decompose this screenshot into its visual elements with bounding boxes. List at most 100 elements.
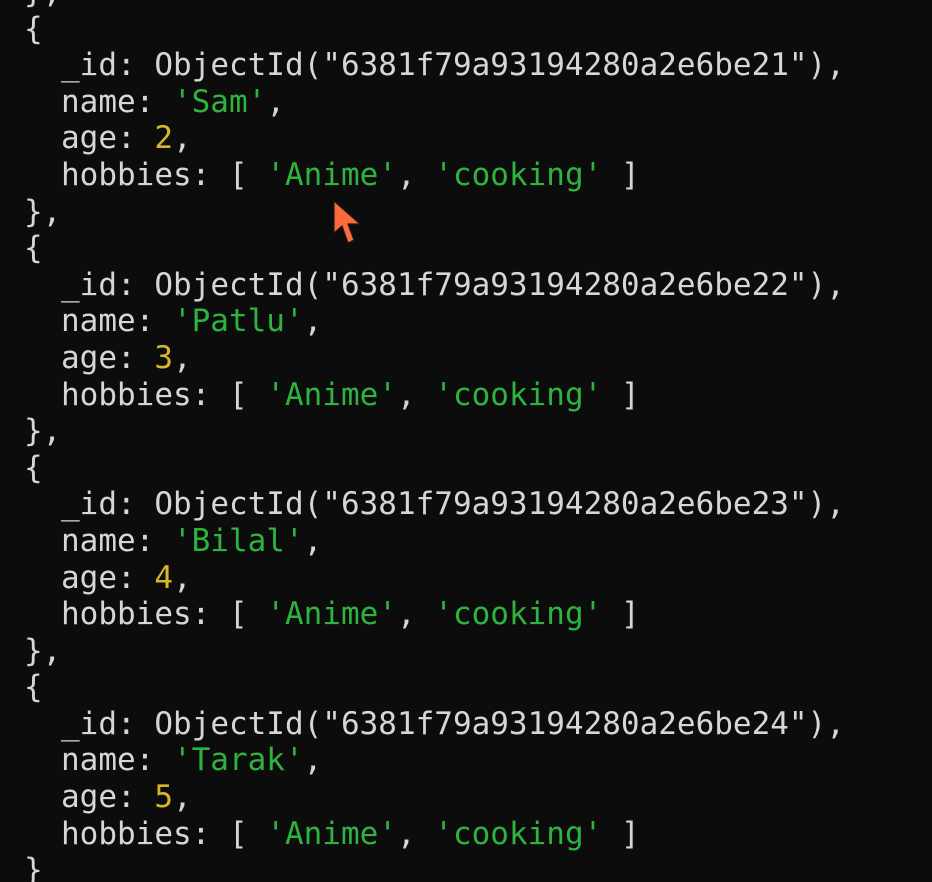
document-name-line: name: 'Patlu', <box>24 303 845 340</box>
document-id-line: _id: ObjectId("6381f79a93194280a2e6be24"… <box>24 706 845 743</box>
colon: : <box>117 120 155 157</box>
comma: , <box>826 47 845 84</box>
object-id-value: ObjectId("6381f79a93194280a2e6be23") <box>154 486 827 523</box>
document-hobbies-line: hobbies: [ 'Anime', 'cooking' ] <box>24 816 845 853</box>
comma: , <box>303 742 323 779</box>
array-separator: , <box>396 596 435 633</box>
colon: : <box>191 596 229 633</box>
field-key-hobbies: hobbies <box>61 156 192 193</box>
array-open: [ <box>228 376 267 413</box>
document-id-line: _id: ObjectId("6381f79a93194280a2e6be21"… <box>24 47 845 84</box>
document-close-brace: }, <box>24 194 845 231</box>
colon: : <box>135 522 173 559</box>
partial-close-brace: }, <box>24 0 845 11</box>
colon: : <box>191 156 229 193</box>
colon: : <box>135 83 173 120</box>
name-value: 'Sam' <box>172 83 267 120</box>
document-open-brace: { <box>24 669 845 706</box>
document-name-line: name: 'Sam', <box>24 84 845 121</box>
age-value: 5 <box>154 779 173 816</box>
comma: , <box>303 522 323 559</box>
comma: , <box>826 705 845 742</box>
comma: , <box>826 486 845 523</box>
field-key-hobbies: hobbies <box>61 815 192 852</box>
document-name-line: name: 'Bilal', <box>24 523 845 560</box>
document-id-line: _id: ObjectId("6381f79a93194280a2e6be22"… <box>24 267 845 304</box>
hobby-value: 'cooking' <box>434 376 603 413</box>
close-brace: }, <box>24 0 61 10</box>
object-id-value: ObjectId("6381f79a93194280a2e6be21") <box>154 47 827 84</box>
comma: , <box>173 339 192 376</box>
object-id-value: ObjectId("6381f79a93194280a2e6be22") <box>154 266 827 303</box>
document-close-brace: } <box>24 852 845 882</box>
array-open: [ <box>228 156 267 193</box>
array-separator: , <box>396 156 435 193</box>
mouse-pointer-icon <box>333 200 361 244</box>
comma: , <box>303 303 323 340</box>
age-value: 3 <box>154 339 173 376</box>
array-open: [ <box>228 596 267 633</box>
field-key-name: name <box>61 742 136 779</box>
document-close-brace: }, <box>24 633 845 670</box>
field-key-age: age <box>61 339 117 376</box>
document-name-line: name: 'Tarak', <box>24 742 845 779</box>
document-age-line: age: 5, <box>24 779 845 816</box>
name-value: 'Bilal' <box>172 522 304 559</box>
colon: : <box>191 376 229 413</box>
document-hobbies-line: hobbies: [ 'Anime', 'cooking' ] <box>24 377 845 414</box>
hobby-value: 'cooking' <box>434 815 603 852</box>
name-value: 'Tarak' <box>172 742 304 779</box>
hobby-value: 'Anime' <box>266 156 397 193</box>
field-key-id: _id <box>61 705 117 742</box>
comma: , <box>826 266 845 303</box>
array-separator: , <box>396 376 435 413</box>
document-id-line: _id: ObjectId("6381f79a93194280a2e6be23"… <box>24 486 845 523</box>
document-open-brace: { <box>24 11 845 48</box>
open-brace: { <box>24 449 43 486</box>
terminal-output: },{_id: ObjectId("6381f79a93194280a2e6be… <box>24 0 845 882</box>
colon: : <box>117 266 155 303</box>
field-key-hobbies: hobbies <box>61 376 192 413</box>
close-brace: } <box>24 852 43 882</box>
open-brace: { <box>24 230 43 267</box>
array-close: ] <box>602 376 640 413</box>
close-brace: }, <box>24 193 62 230</box>
document-age-line: age: 4, <box>24 560 845 597</box>
colon: : <box>117 779 155 816</box>
colon: : <box>135 303 173 340</box>
hobby-value: 'cooking' <box>434 156 603 193</box>
colon: : <box>117 705 155 742</box>
field-key-name: name <box>61 83 136 120</box>
open-brace: { <box>24 10 43 47</box>
comma: , <box>173 559 192 596</box>
field-key-name: name <box>61 522 136 559</box>
document-hobbies-line: hobbies: [ 'Anime', 'cooking' ] <box>24 596 845 633</box>
close-brace: }, <box>24 413 62 450</box>
array-close: ] <box>602 156 640 193</box>
document-open-brace: { <box>24 230 845 267</box>
hobby-value: 'Anime' <box>266 596 397 633</box>
field-key-name: name <box>61 303 136 340</box>
hobby-value: 'cooking' <box>434 596 603 633</box>
field-key-hobbies: hobbies <box>61 596 192 633</box>
document-age-line: age: 3, <box>24 340 845 377</box>
hobby-value: 'Anime' <box>266 815 397 852</box>
object-id-value: ObjectId("6381f79a93194280a2e6be24") <box>154 705 827 742</box>
name-value: 'Patlu' <box>172 303 304 340</box>
comma: , <box>173 120 192 157</box>
field-key-age: age <box>61 120 117 157</box>
colon: : <box>117 339 155 376</box>
terminal-window[interactable]: },{_id: ObjectId("6381f79a93194280a2e6be… <box>0 0 932 882</box>
colon: : <box>117 559 155 596</box>
document-hobbies-line: hobbies: [ 'Anime', 'cooking' ] <box>24 157 845 194</box>
hobby-value: 'Anime' <box>266 376 397 413</box>
array-close: ] <box>602 596 640 633</box>
field-key-id: _id <box>61 47 117 84</box>
colon: : <box>135 742 173 779</box>
open-brace: { <box>24 669 43 706</box>
array-separator: , <box>396 815 435 852</box>
close-brace: }, <box>24 632 62 669</box>
colon: : <box>117 486 155 523</box>
colon: : <box>191 815 229 852</box>
age-value: 4 <box>154 559 173 596</box>
